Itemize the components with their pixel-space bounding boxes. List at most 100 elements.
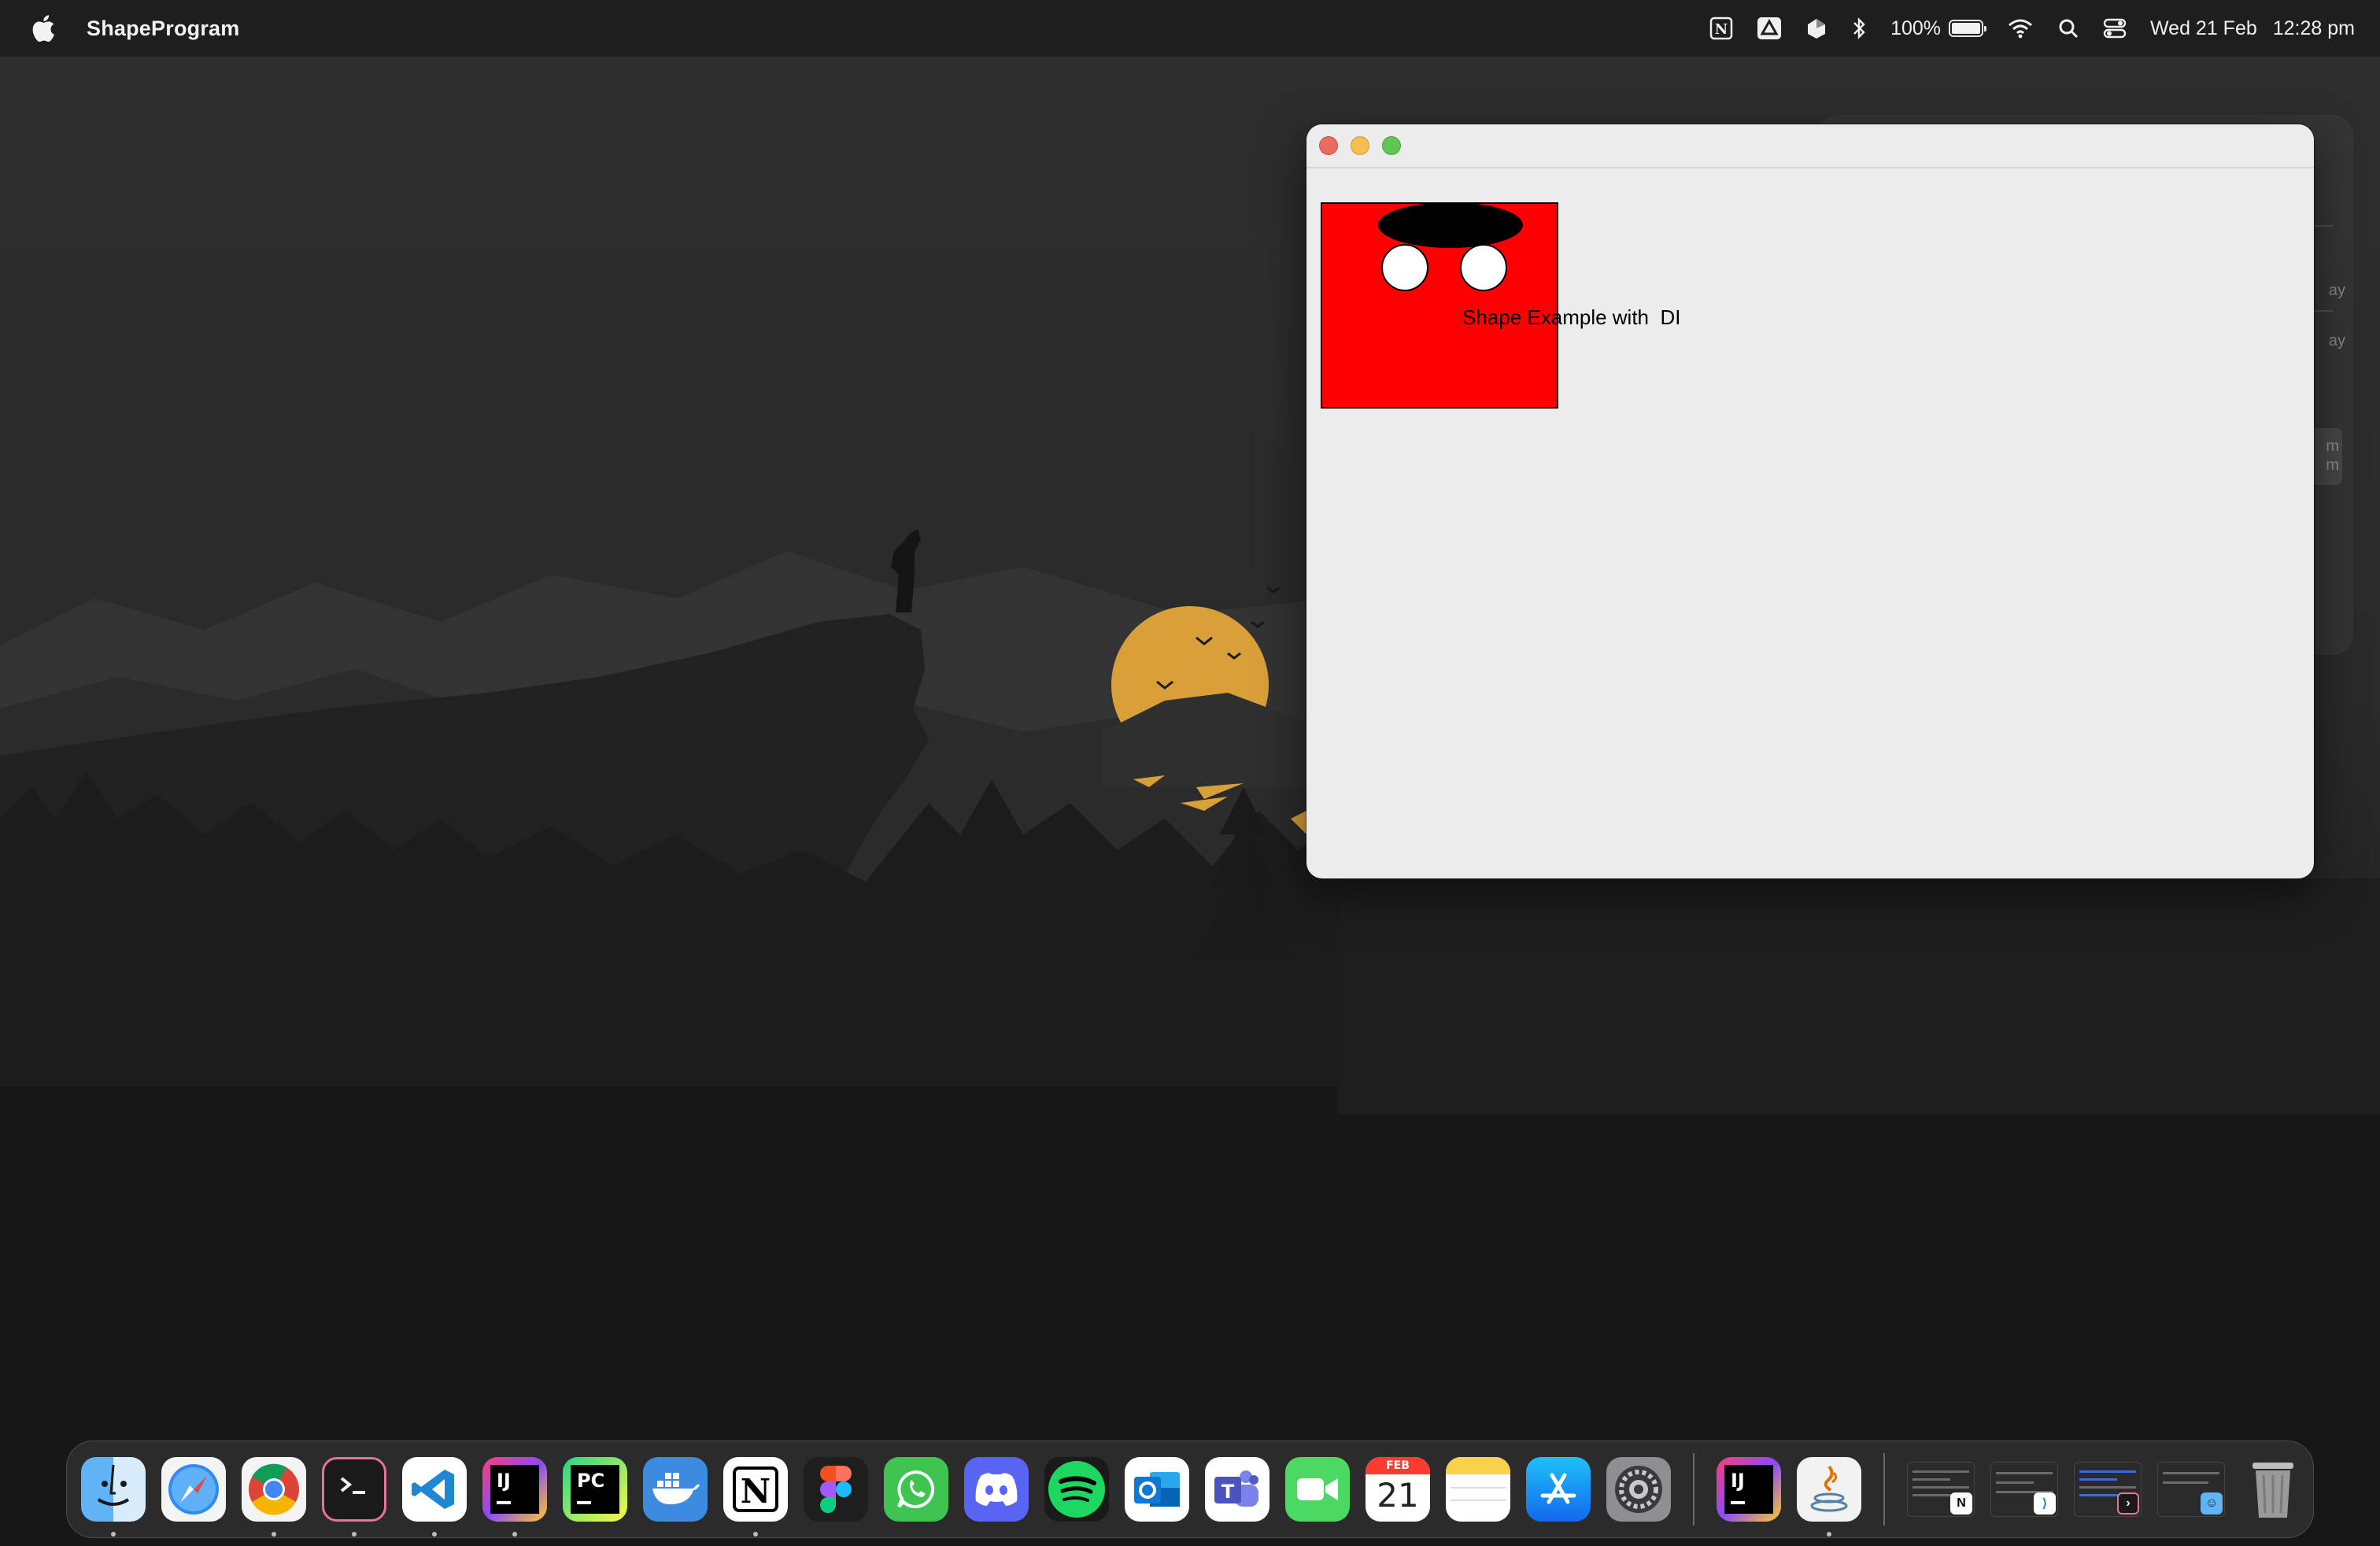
drawing-canvas: Shape Example with DI: [1306, 170, 2314, 878]
dock-outlook[interactable]: [1125, 1457, 1189, 1522]
dock-recent-intellij[interactable]: IJ: [1717, 1457, 1781, 1522]
dock-system-settings[interactable]: [1606, 1457, 1671, 1522]
dock-intellij[interactable]: IJ: [482, 1457, 547, 1537]
notion-icon: N: [1950, 1492, 1972, 1515]
dock-app-store[interactable]: [1526, 1457, 1591, 1522]
menu-bar-time: 12:28 pm: [2272, 17, 2355, 39]
truncated-text: m: [2326, 457, 2339, 474]
dock-finder[interactable]: [81, 1457, 146, 1537]
chrome-icon: [242, 1457, 306, 1522]
dock-trash[interactable]: [2241, 1457, 2305, 1522]
dock-separator: [1883, 1453, 1885, 1526]
intellij-icon: IJ: [482, 1457, 547, 1522]
notes-icon: [1446, 1457, 1510, 1522]
truncated-text: m: [2326, 438, 2339, 455]
dock-pycharm[interactable]: PC: [563, 1457, 627, 1522]
dock-teams[interactable]: T: [1205, 1457, 1269, 1522]
active-app-name[interactable]: ShapeProgram: [87, 17, 239, 41]
calendar-icon: FEB 21: [1366, 1457, 1430, 1522]
dock-warp-terminal[interactable]: [322, 1457, 386, 1537]
battery-status[interactable]: 100%: [1890, 17, 1987, 40]
battery-icon: [1949, 20, 1987, 37]
menu-bar-date: Wed 21 Feb: [2150, 17, 2257, 39]
settings-icon: [1606, 1457, 1671, 1522]
running-indicator: [111, 1532, 116, 1537]
intellij-icon: IJ: [1717, 1457, 1781, 1522]
dock-figma[interactable]: [804, 1457, 868, 1522]
docker-icon: [643, 1457, 708, 1522]
trash-icon: [2241, 1457, 2305, 1522]
dock-whatsapp[interactable]: [884, 1457, 948, 1522]
shape-example-label: Shape Example with DI: [1462, 305, 1681, 329]
terminal-window-thumbnail[interactable]: ›: [2074, 1462, 2142, 1517]
vscode-window-thumbnail[interactable]: ⟩: [1990, 1462, 2058, 1517]
dock-vscode[interactable]: [402, 1457, 467, 1537]
right-white-circle: [1460, 244, 1507, 291]
notion-icon[interactable]: N: [1709, 13, 1733, 44]
window-title-bar[interactable]: [1306, 124, 2314, 168]
control-center-icon[interactable]: [2103, 13, 2127, 44]
svg-text:N: N: [741, 1472, 771, 1511]
notion-window-thumbnail[interactable]: N: [1907, 1462, 1975, 1517]
running-indicator: [272, 1532, 276, 1537]
safari-icon: [161, 1457, 226, 1522]
battery-level-fill: [1952, 23, 1981, 34]
black-ellipse: [1378, 202, 1523, 248]
running-indicator: [432, 1532, 437, 1537]
dock-chrome[interactable]: [242, 1457, 306, 1537]
google-drive-icon[interactable]: [1757, 13, 1782, 44]
craft-icon[interactable]: [1805, 13, 1828, 44]
app-store-icon: [1526, 1457, 1591, 1522]
dock-calendar[interactable]: FEB 21: [1366, 1457, 1430, 1522]
svg-text:N: N: [1715, 21, 1728, 38]
close-window-button[interactable]: [1319, 136, 1338, 155]
facetime-icon: [1285, 1457, 1350, 1522]
dock: IJ PC N T FEB 21 IJ N ⟩ › ☺: [66, 1441, 2314, 1538]
java-icon: [1797, 1457, 1861, 1522]
dock-java[interactable]: [1797, 1457, 1861, 1537]
truncated-text: ay: [2328, 332, 2345, 350]
svg-text:T: T: [1221, 1481, 1235, 1503]
teams-icon: T: [1205, 1457, 1269, 1522]
truncated-text: ay: [2328, 282, 2345, 299]
wifi-icon[interactable]: [2007, 13, 2034, 44]
calendar-month: FEB: [1366, 1457, 1430, 1474]
left-white-circle: [1381, 244, 1428, 291]
running-indicator: [753, 1532, 758, 1537]
discord-icon: [964, 1457, 1029, 1522]
apple-menu-icon[interactable]: [31, 13, 60, 44]
finder-icon: ☺: [2201, 1492, 2223, 1515]
menu-bar-clock[interactable]: Wed 21 Feb 12:28 pm: [2150, 17, 2355, 40]
finder-icon: [81, 1457, 146, 1522]
figma-icon: [804, 1457, 868, 1522]
dock-separator: [1693, 1453, 1694, 1526]
dock-safari[interactable]: [161, 1457, 226, 1522]
spotlight-search-icon[interactable]: [2057, 13, 2079, 44]
vscode-icon: ⟩: [2034, 1492, 2056, 1515]
notion-icon: N: [723, 1457, 788, 1522]
dock-discord[interactable]: [964, 1457, 1029, 1522]
whatsapp-icon: [884, 1457, 948, 1522]
running-indicator: [352, 1532, 357, 1537]
terminal-icon: ›: [2117, 1492, 2139, 1515]
vscode-icon: [402, 1457, 467, 1522]
terminal-icon: [322, 1457, 386, 1522]
dock-facetime[interactable]: [1285, 1457, 1350, 1522]
outlook-icon: [1125, 1457, 1189, 1522]
shape-program-window[interactable]: Shape Example with DI: [1306, 124, 2314, 878]
menu-bar: ShapeProgram N 100% Wed 21 Feb 12:28 pm: [0, 0, 2380, 57]
finder-window-thumbnail[interactable]: ☺: [2157, 1462, 2225, 1517]
pycharm-icon: PC: [563, 1457, 627, 1522]
bluetooth-icon[interactable]: [1851, 13, 1867, 44]
minimize-window-button[interactable]: [1351, 136, 1369, 155]
dock-docker[interactable]: [643, 1457, 708, 1522]
running-indicator: [512, 1532, 517, 1537]
calendar-day: 21: [1377, 1476, 1419, 1515]
dock-notes[interactable]: [1446, 1457, 1510, 1522]
zoom-window-button[interactable]: [1382, 136, 1401, 155]
dock-spotify[interactable]: [1044, 1457, 1109, 1522]
battery-percent: 100%: [1890, 17, 1942, 39]
running-indicator: [1827, 1532, 1831, 1537]
dock-notion[interactable]: N: [723, 1457, 788, 1537]
spotify-icon: [1044, 1457, 1109, 1522]
